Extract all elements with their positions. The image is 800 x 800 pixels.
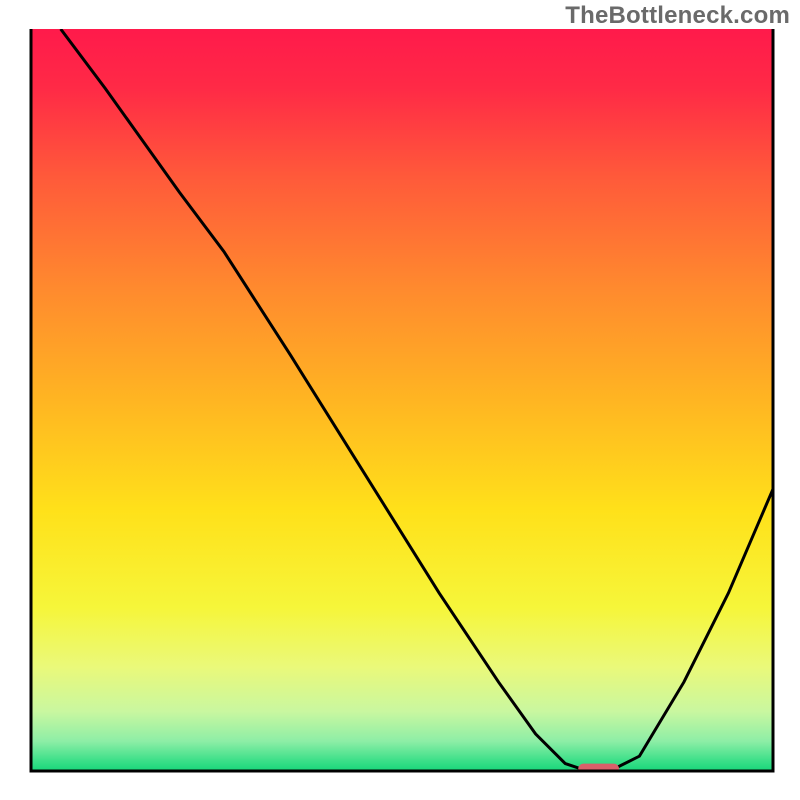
chart-container: TheBottleneck.com — [0, 0, 800, 800]
watermark-text: TheBottleneck.com — [565, 2, 790, 30]
bottleneck-chart — [0, 0, 800, 800]
